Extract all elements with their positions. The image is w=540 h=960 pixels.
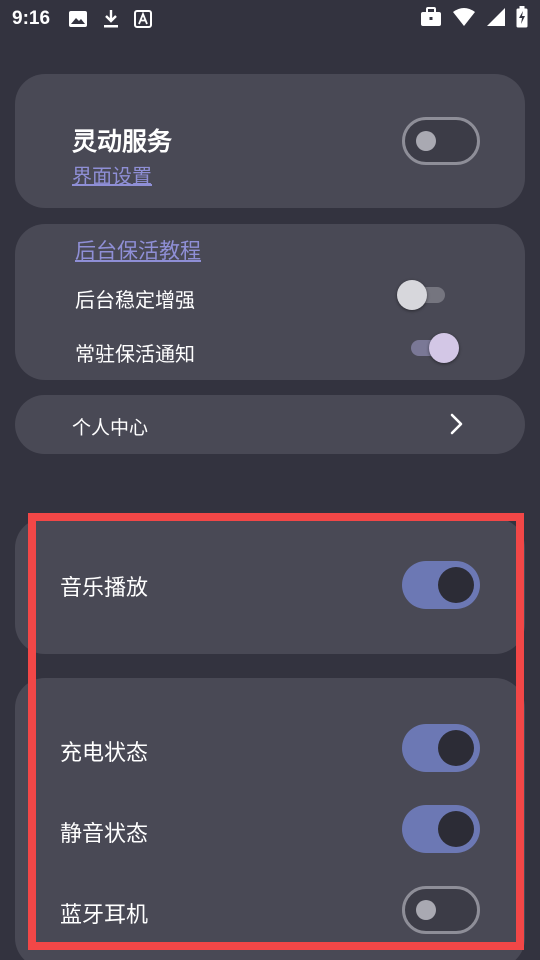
charging-status-label: 充电状态 bbox=[60, 741, 149, 766]
toggle-knob bbox=[416, 131, 436, 151]
service-toggle[interactable] bbox=[402, 117, 480, 165]
signal-icon bbox=[486, 7, 506, 31]
background-enhance-toggle[interactable] bbox=[397, 279, 451, 311]
battery-charging-icon bbox=[516, 6, 528, 32]
chevron-right-icon bbox=[449, 412, 465, 440]
resident-notification-label: 常驻保活通知 bbox=[75, 342, 195, 366]
background-enhance-label: 后台稳定增强 bbox=[75, 288, 195, 312]
wifi-icon bbox=[452, 7, 476, 31]
toggle-knob bbox=[438, 567, 474, 603]
download-icon bbox=[102, 9, 120, 29]
charging-status-toggle[interactable] bbox=[402, 724, 480, 772]
interface-settings-link[interactable]: 界面设置 bbox=[72, 160, 152, 189]
keepalive-card: 后台保活教程 后台稳定增强 常驻保活通知 bbox=[15, 224, 525, 380]
mute-status-toggle[interactable] bbox=[402, 805, 480, 853]
personal-center-label: 个人中心 bbox=[72, 417, 149, 439]
bluetooth-headset-label: 蓝牙耳机 bbox=[60, 903, 149, 928]
toggle-knob bbox=[438, 811, 474, 847]
keepalive-tutorial-link[interactable]: 后台保活教程 bbox=[75, 235, 201, 265]
status-icons-right bbox=[420, 6, 528, 32]
status-time: 9:16 bbox=[12, 8, 51, 29]
service-card: 灵动服务 界面设置 bbox=[15, 74, 525, 208]
image-icon bbox=[68, 10, 88, 28]
status-bar: 9:16 bbox=[0, 0, 540, 38]
mute-status-label: 静音状态 bbox=[60, 822, 149, 847]
briefcase-icon bbox=[420, 7, 442, 31]
toggle-knob bbox=[416, 900, 436, 920]
font-icon bbox=[134, 10, 153, 28]
music-play-toggle[interactable] bbox=[402, 561, 480, 609]
toggle-thumb bbox=[397, 280, 427, 310]
toggle-knob bbox=[438, 730, 474, 766]
status-card: 充电状态 静音状态 蓝牙耳机 bbox=[15, 678, 525, 960]
service-title: 灵动服务 bbox=[72, 127, 173, 156]
bluetooth-headset-toggle[interactable] bbox=[402, 886, 480, 934]
music-play-label: 音乐播放 bbox=[60, 576, 149, 601]
resident-notification-toggle[interactable] bbox=[405, 332, 459, 364]
music-card: 音乐播放 bbox=[15, 518, 525, 654]
toggle-thumb bbox=[429, 333, 459, 363]
personal-center-row[interactable]: 个人中心 bbox=[15, 395, 525, 454]
